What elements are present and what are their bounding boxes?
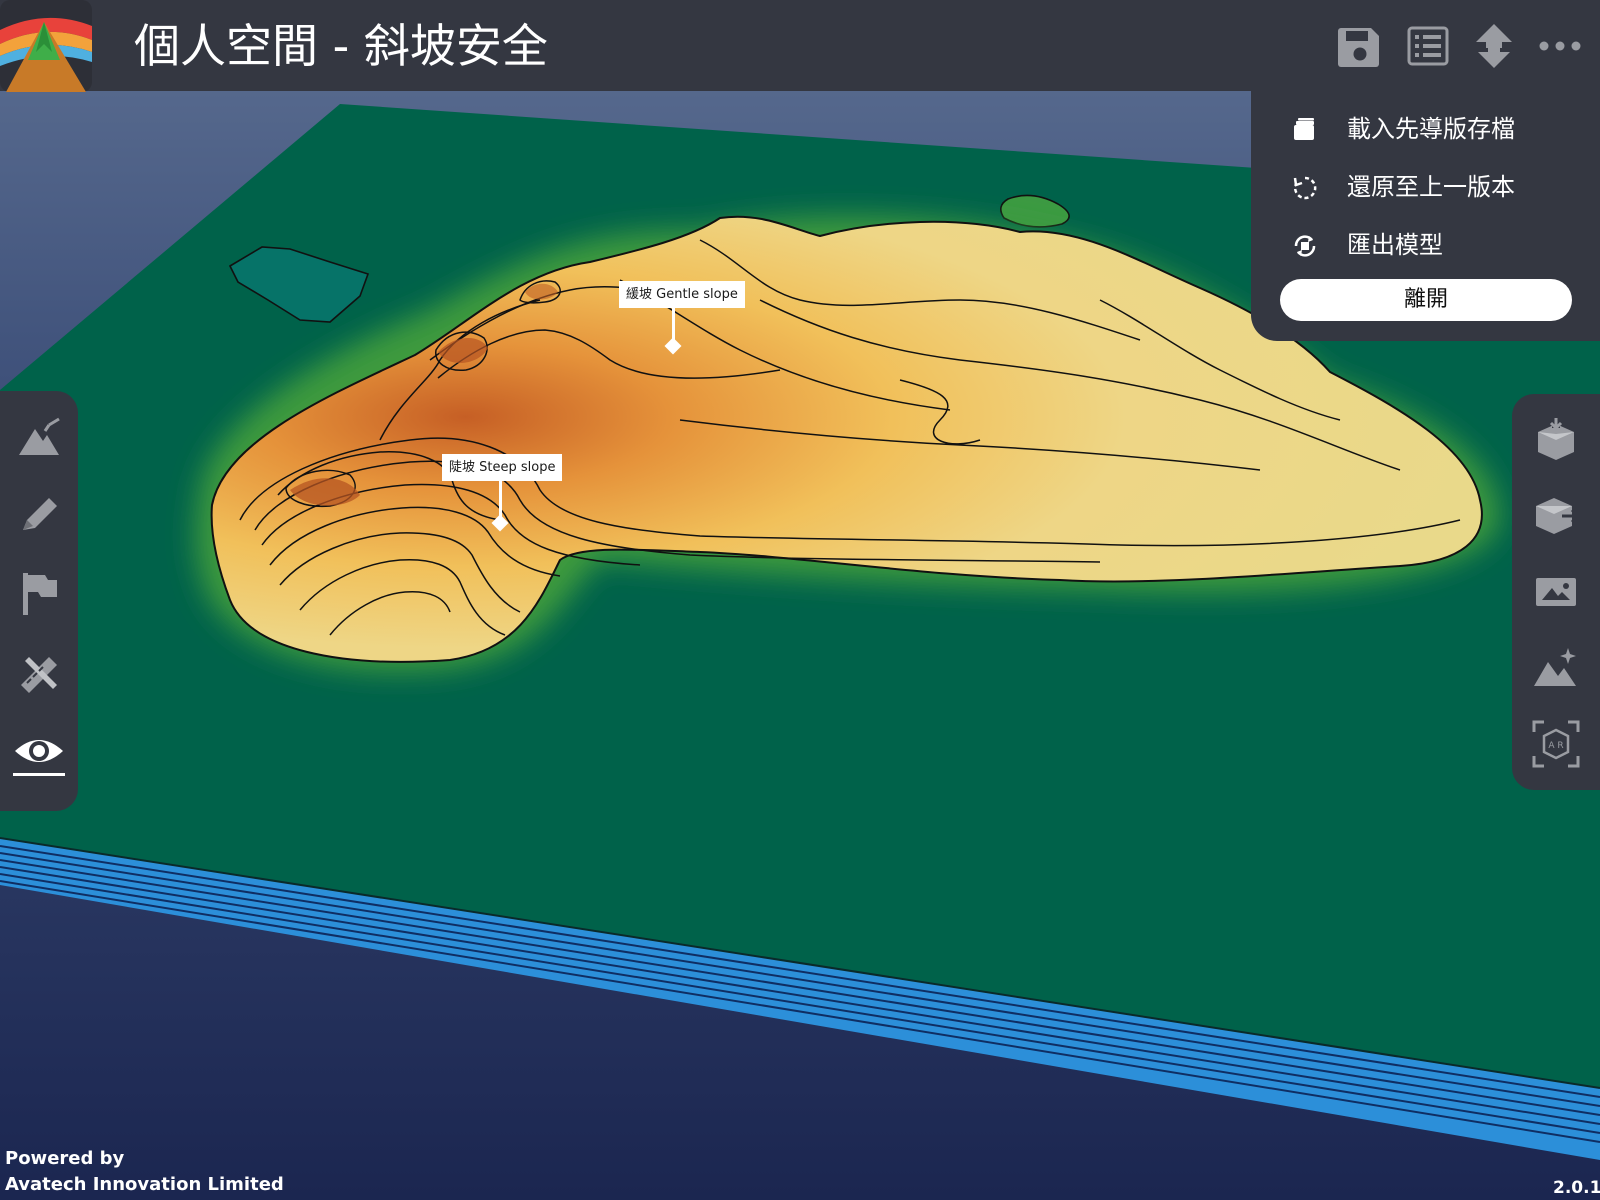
save-icon	[1338, 28, 1379, 67]
flag-icon	[23, 573, 57, 615]
menu-item-label: 載入先導版存檔	[1347, 115, 1515, 143]
folder-open-icon	[1291, 116, 1319, 144]
svg-text:A R: A R	[1548, 741, 1563, 751]
page-title: 個人空間 - 斜坡安全	[134, 19, 548, 73]
menu-item-label: 還原至上一版本	[1347, 173, 1515, 201]
mountain-sparkle-icon	[1534, 648, 1576, 686]
right-toolbar: A R	[1512, 394, 1600, 790]
mountain-edit-icon	[19, 417, 60, 455]
left-toolbar	[0, 391, 78, 811]
powered-by-line: Powered by	[5, 1148, 125, 1169]
list-icon	[1407, 26, 1449, 66]
ar-tool-button[interactable]: A R	[1530, 718, 1582, 770]
measure-tool-button[interactable]	[13, 649, 65, 701]
cube-add-icon	[1538, 416, 1574, 460]
annotation-label: 陡坡 Steep slope	[442, 454, 563, 481]
list-button[interactable]	[1400, 18, 1456, 74]
eye-icon	[13, 740, 65, 776]
add-block-tool-button[interactable]	[1530, 414, 1582, 466]
flag-tool-button[interactable]	[13, 567, 65, 619]
menu-item-load-pilot-save[interactable]: 載入先導版存檔	[1251, 103, 1600, 155]
export-model-icon	[1291, 232, 1319, 260]
block-view-tool-button[interactable]	[1530, 490, 1582, 542]
draw-tool-button[interactable]	[13, 488, 65, 540]
powered-by-credit: Powered by Avatech Innovation Limited	[5, 1146, 284, 1198]
save-button[interactable]	[1332, 18, 1388, 74]
terrain-tool-button[interactable]	[13, 411, 65, 463]
more-button[interactable]	[1532, 18, 1588, 74]
more-horizontal-icon	[1539, 41, 1581, 51]
view-tool-button[interactable]	[13, 727, 65, 779]
menu-item-export-model[interactable]: 匯出模型	[1251, 219, 1600, 271]
ruler-pencil-icon	[21, 657, 57, 693]
leave-button[interactable]: 離開	[1280, 279, 1572, 321]
image-overlay-tool-button[interactable]	[1530, 566, 1582, 618]
image-icon	[1536, 578, 1576, 606]
undo-circle-icon	[1291, 174, 1319, 202]
app-logo	[0, 0, 92, 92]
ar-scan-icon: A R	[1532, 720, 1580, 768]
terrain-effects-tool-button[interactable]	[1530, 642, 1582, 694]
menu-item-revert-version[interactable]: 還原至上一版本	[1251, 161, 1600, 213]
more-menu: 載入先導版存檔 還原至上一版本 匯出模型 離開	[1251, 91, 1600, 341]
import-export-icon	[1476, 24, 1512, 68]
import-export-button[interactable]	[1466, 18, 1522, 74]
top-bar: 個人空間 - 斜坡安全	[0, 0, 1600, 92]
pencil-icon	[23, 498, 57, 530]
cube-arrow-icon	[1536, 498, 1582, 534]
company-name: Avatech Innovation Limited	[5, 1174, 284, 1195]
menu-item-label: 匯出模型	[1347, 231, 1443, 259]
annotation-label: 緩坡 Gentle slope	[619, 281, 745, 308]
version-label: 2.0.1i	[1553, 1178, 1600, 1198]
